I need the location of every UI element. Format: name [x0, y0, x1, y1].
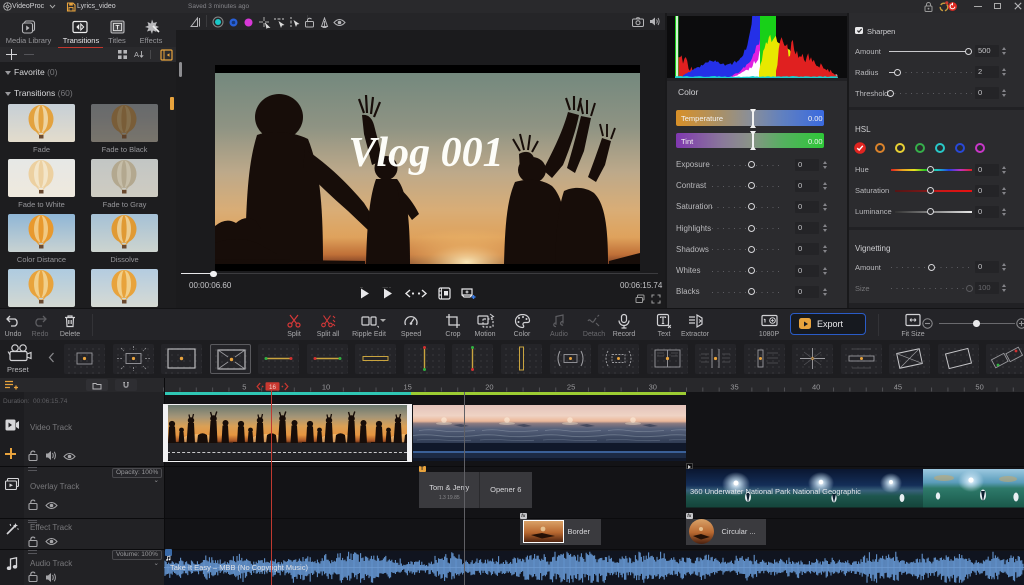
svg-text:20: 20	[485, 383, 493, 392]
svg-text:Vlog 001: Vlog 001	[348, 130, 503, 176]
svg-text:30: 30	[649, 383, 657, 392]
svg-text:360 Underwater National Park: 360 Underwater National Park National Ge…	[690, 487, 861, 496]
svg-text:15: 15	[404, 383, 412, 392]
svg-text:5: 5	[242, 383, 246, 392]
svg-text:50: 50	[975, 383, 983, 392]
svg-text:16: 16	[269, 383, 276, 390]
svg-text:10: 10	[322, 383, 330, 392]
svg-text:45: 45	[894, 383, 902, 392]
svg-text:A: A	[134, 50, 139, 59]
svg-text:40: 40	[812, 383, 820, 392]
svg-text:T: T	[116, 24, 120, 31]
svg-text:25: 25	[567, 383, 575, 392]
svg-text:35: 35	[730, 383, 738, 392]
